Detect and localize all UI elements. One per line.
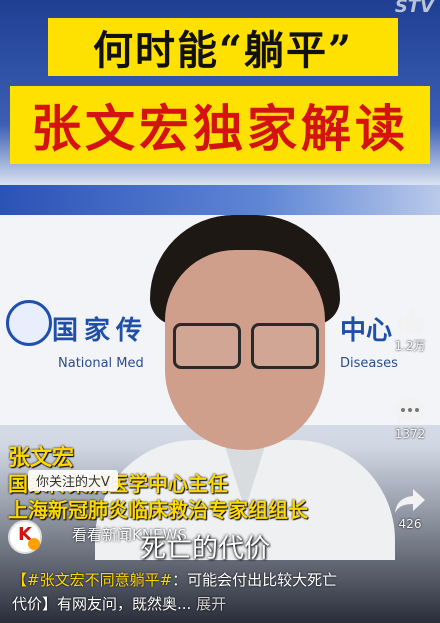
- description-hashtag[interactable]: 【#张文宏不同意躺平#: [12, 571, 172, 589]
- like-button[interactable]: 1.2万: [390, 305, 430, 354]
- thumbs-up-icon: [392, 305, 428, 337]
- verified-badge-icon: [28, 538, 40, 550]
- comment-icon: [392, 395, 428, 427]
- video-subtitle: 死亡的代价: [140, 534, 271, 564]
- share-count: 426: [398, 517, 422, 531]
- expand-link[interactable]: 展开: [196, 595, 226, 613]
- follow-badge: 你关注的大V: [28, 470, 118, 491]
- backdrop-text-cn-left: 国家传: [52, 316, 149, 346]
- video-description: 【#张文宏不同意躺平#：可能会付出比较大死亡代价】有网友问，既然奥... 展开: [12, 568, 342, 616]
- share-icon: [392, 485, 428, 517]
- comment-count: 1372: [394, 427, 426, 441]
- video-player[interactable]: 国家传 中心 National Med Diseases STV 何时能“躺平”…: [0, 0, 440, 623]
- speaker-glasses: [173, 323, 319, 369]
- channel-watermark: STV: [394, 0, 434, 17]
- like-count: 1.2万: [394, 339, 426, 353]
- institution-logo: [6, 300, 52, 346]
- title-banner-2: 张文宏独家解读: [10, 86, 430, 164]
- comment-button[interactable]: 1372: [390, 395, 430, 441]
- title-banner-1: 何时能“躺平”: [48, 18, 398, 76]
- speaker-role-line2: 上海新冠肺炎临床救治专家组组长: [8, 498, 308, 522]
- video-title-line1: 何时能“躺平”: [92, 27, 353, 74]
- share-button[interactable]: 426: [390, 485, 430, 531]
- backdrop-text-en-left: National Med: [58, 356, 144, 371]
- video-title-line2: 张文宏独家解读: [31, 100, 409, 158]
